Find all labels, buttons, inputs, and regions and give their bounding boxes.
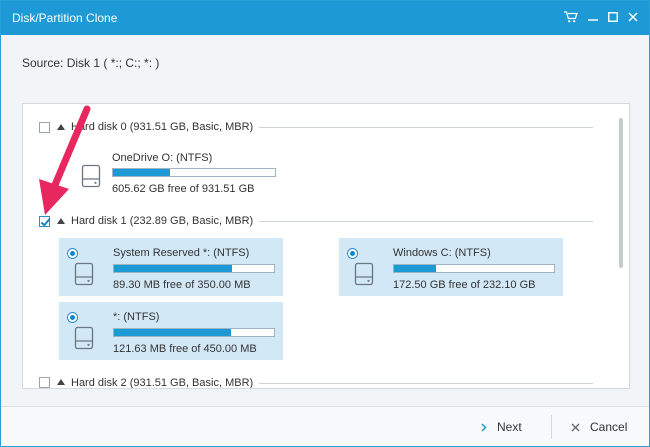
partition-radio[interactable] xyxy=(67,312,78,323)
usage-bar xyxy=(393,264,555,273)
hard-drive-icon xyxy=(74,262,94,286)
expand-triangle-icon[interactable] xyxy=(57,124,65,130)
next-label: Next xyxy=(497,420,522,434)
disk-2-checkbox[interactable] xyxy=(39,377,50,388)
usage-bar-fill xyxy=(394,265,436,272)
usage-bar-fill xyxy=(114,329,231,336)
partition-name: *: (NTFS) xyxy=(113,311,160,323)
partition-free-space: 172.50 GB free of 232.10 GB xyxy=(393,279,536,291)
disk-1-checkbox[interactable] xyxy=(39,216,50,227)
partition-name: Windows C: (NTFS) xyxy=(393,247,491,259)
partition-star[interactable]: *: (NTFS) 121.63 MB free of 450.00 MB xyxy=(59,302,283,360)
expand-triangle-icon[interactable] xyxy=(57,379,65,385)
chevron-right-icon xyxy=(481,422,487,432)
disk-divider xyxy=(233,221,593,222)
window-title: Disk/Partition Clone xyxy=(12,11,118,25)
disk-0-checkbox[interactable] xyxy=(39,122,50,133)
source-row: Source: Disk 1 ( *:; C:; *: ) xyxy=(1,35,649,87)
usage-bar-fill xyxy=(114,265,233,272)
usage-bar xyxy=(113,264,275,273)
footer-separator xyxy=(551,415,552,439)
source-label: Source: Disk 1 ( *:; C:; *: ) xyxy=(22,56,160,70)
disk-list-panel[interactable]: Hard disk 0 (931.51 GB, Basic, MBR) OneD… xyxy=(22,103,630,389)
cancel-button[interactable]: Cancel xyxy=(571,407,627,447)
close-icon xyxy=(571,423,580,432)
hard-drive-icon xyxy=(81,164,101,188)
partition-windows-c[interactable]: Windows C: (NTFS) 172.50 GB free of 232.… xyxy=(339,238,563,296)
disk-partition-clone-window: Disk/Partition Clone Source: Disk 1 ( *:… xyxy=(0,0,650,447)
next-button[interactable]: Next xyxy=(481,407,522,447)
disk-1-label: Hard disk 1 (232.89 GB, Basic, MBR) xyxy=(71,215,260,227)
disk-divider xyxy=(233,127,593,128)
title-bar: Disk/Partition Clone xyxy=(1,1,649,35)
disk-divider xyxy=(233,383,593,384)
partition-name: System Reserved *: (NTFS) xyxy=(113,247,250,259)
hard-drive-icon xyxy=(74,326,94,350)
partition-name: OneDrive O: (NTFS) xyxy=(112,152,213,164)
usage-bar xyxy=(113,328,275,337)
expand-triangle-icon[interactable] xyxy=(57,218,65,224)
maximize-icon[interactable] xyxy=(605,9,621,25)
usage-bar-fill xyxy=(113,169,170,176)
disk-2-label: Hard disk 2 (931.51 GB, Basic, MBR) xyxy=(71,377,260,388)
partition-radio[interactable] xyxy=(347,248,358,259)
cart-icon[interactable] xyxy=(563,9,579,25)
hard-drive-icon xyxy=(354,262,374,286)
footer-bar: Next Cancel xyxy=(1,406,649,446)
cancel-label: Cancel xyxy=(590,420,628,434)
scrollbar[interactable] xyxy=(619,118,623,268)
partition-system-reserved[interactable]: System Reserved *: (NTFS) 89.30 MB free … xyxy=(59,238,283,296)
minimize-icon[interactable] xyxy=(585,9,601,25)
disk-0-label: Hard disk 0 (931.51 GB, Basic, MBR) xyxy=(71,121,260,133)
partition-onedrive[interactable]: OneDrive O: (NTFS) 605.62 GB free of 931… xyxy=(63,144,303,200)
partition-free-space: 89.30 MB free of 350.00 MB xyxy=(113,279,251,291)
partition-radio[interactable] xyxy=(67,248,78,259)
partition-free-space: 605.62 GB free of 931.51 GB xyxy=(112,183,255,195)
close-icon[interactable] xyxy=(625,9,641,25)
usage-bar xyxy=(112,168,276,177)
partition-free-space: 121.63 MB free of 450.00 MB xyxy=(113,343,257,355)
